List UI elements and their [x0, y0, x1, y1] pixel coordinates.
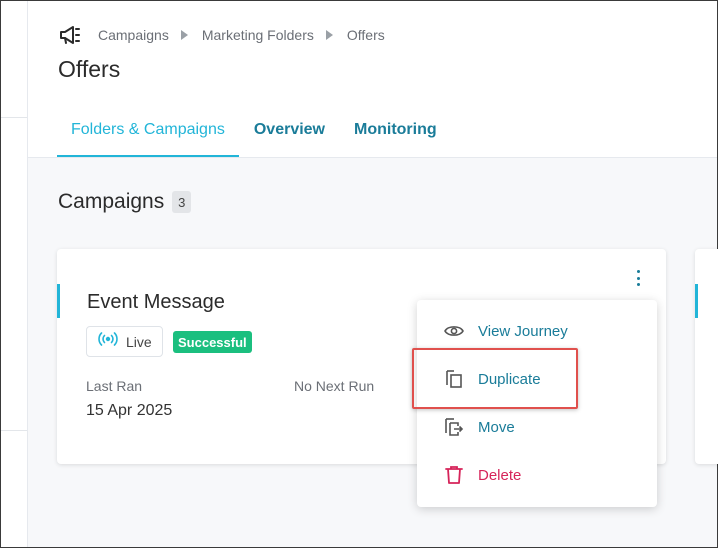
card-accent: [695, 284, 698, 318]
megaphone-icon: [58, 24, 84, 46]
menu-item-view-journey[interactable]: View Journey: [417, 311, 657, 351]
tab-monitoring[interactable]: Monitoring: [340, 105, 451, 157]
breadcrumb-item-marketing-folders[interactable]: Marketing Folders: [202, 27, 314, 43]
rail-divider: [1, 430, 27, 431]
menu-item-label: View Journey: [478, 322, 568, 340]
rail-divider: [1, 117, 27, 118]
menu-item-label: Delete: [478, 466, 522, 484]
breadcrumb-item-offers: Offers: [346, 27, 385, 43]
campaign-card-partial[interactable]: [695, 249, 718, 464]
card-accent: [57, 284, 60, 318]
menu-item-delete[interactable]: Delete: [417, 455, 657, 495]
menu-item-duplicate[interactable]: Duplicate: [417, 359, 657, 399]
page-header: Campaigns Marketing Folders Offers Offer…: [28, 1, 717, 158]
last-ran-value: 15 Apr 2025: [86, 402, 173, 419]
breadcrumb-separator-icon: [180, 30, 188, 40]
section-title: Campaigns: [58, 190, 165, 213]
more-options-icon[interactable]: [633, 267, 643, 289]
left-rail: [1, 1, 28, 547]
live-status-badge: Live: [86, 326, 163, 357]
campaign-title[interactable]: Event Message: [87, 291, 225, 314]
tab-overview[interactable]: Overview: [239, 105, 340, 157]
next-run-label: No Next Run: [294, 378, 375, 394]
move-icon: [443, 416, 465, 438]
duplicate-icon: [443, 368, 465, 390]
broadcast-icon: [97, 332, 119, 351]
breadcrumb-item-campaigns[interactable]: Campaigns: [98, 27, 169, 43]
campaigns-section-header: Campaigns 3: [58, 190, 192, 214]
page-title: Offers: [58, 56, 121, 82]
breadcrumb-separator-icon: [325, 30, 333, 40]
last-ran-label: Last Ran: [86, 378, 143, 394]
eye-icon: [443, 320, 465, 342]
breadcrumb: Campaigns Marketing Folders Offers: [58, 23, 385, 47]
tab-bar: Folders & Campaigns Overview Monitoring: [57, 105, 451, 157]
tab-folders-campaigns[interactable]: Folders & Campaigns: [57, 105, 239, 157]
count-badge: 3: [172, 191, 192, 213]
successful-badge: Successful: [173, 331, 252, 353]
trash-icon: [443, 464, 465, 486]
campaign-context-menu: View Journey Duplicate Move Delete: [417, 300, 657, 507]
menu-item-move[interactable]: Move: [417, 407, 657, 447]
menu-item-label: Duplicate: [478, 370, 541, 388]
live-status-text: Live: [126, 333, 152, 350]
menu-item-label: Move: [478, 418, 515, 436]
